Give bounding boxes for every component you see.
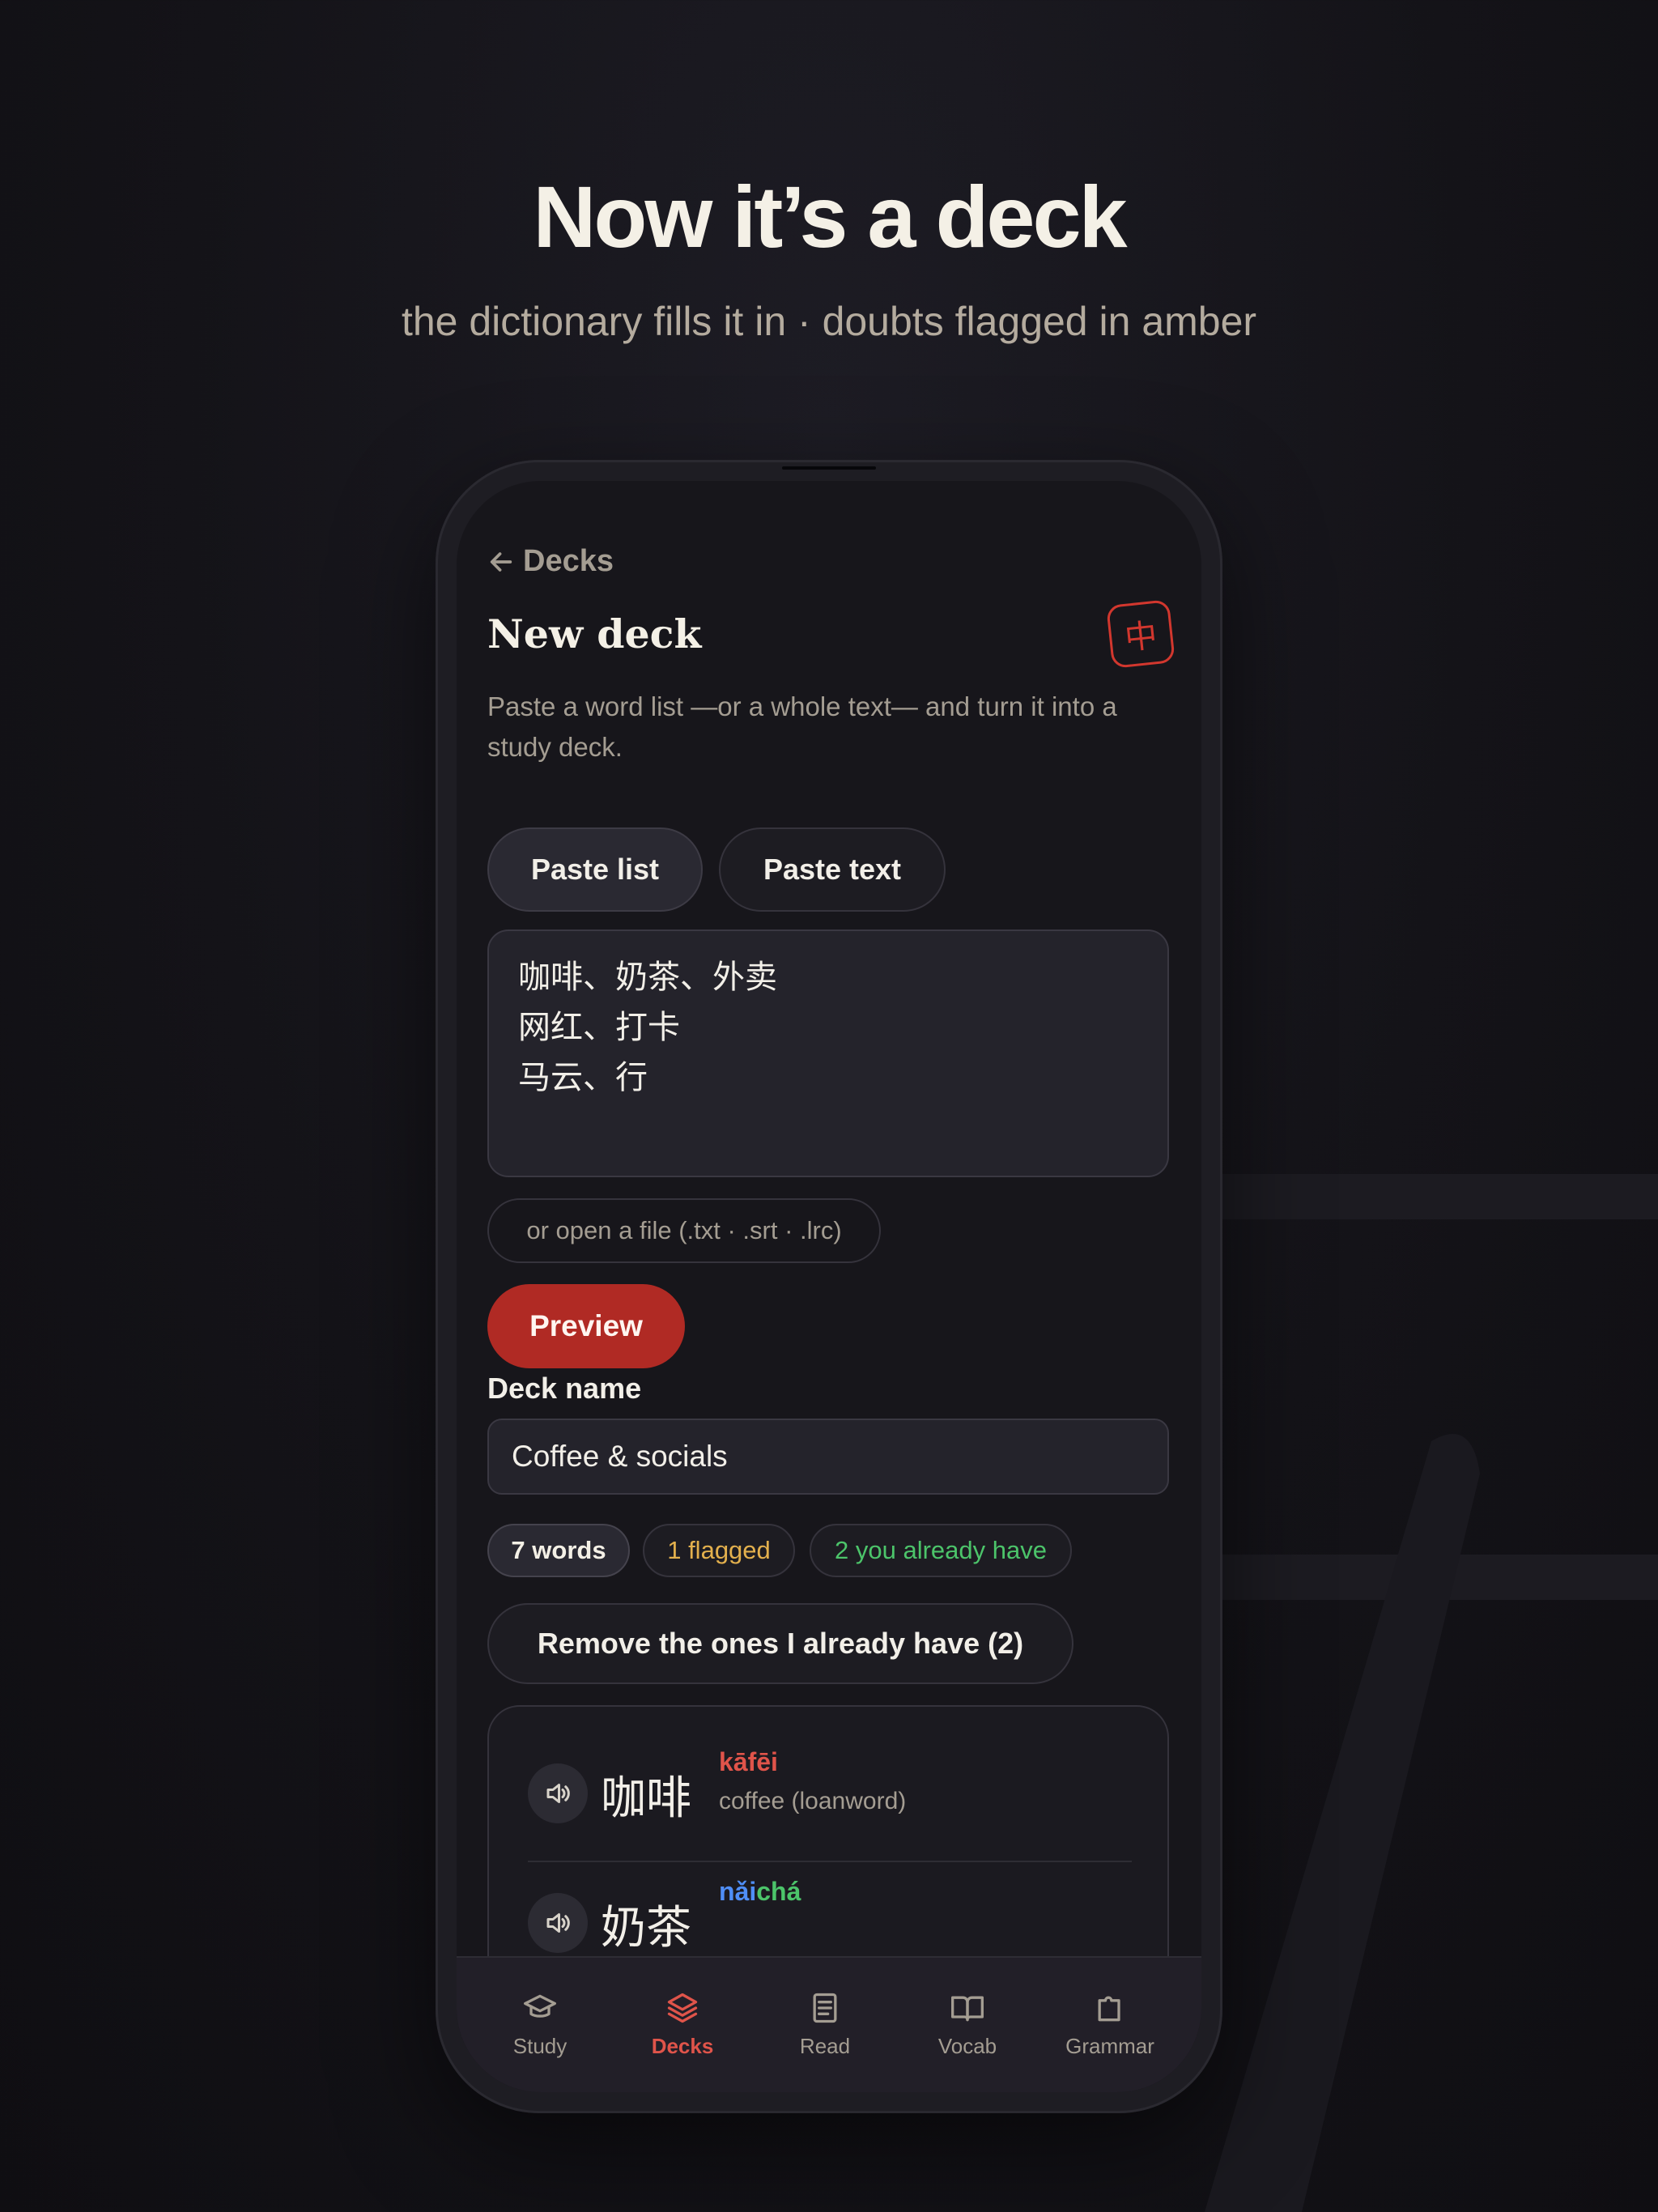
subheadline: the dictionary fills it in · doubts flag… (401, 299, 1257, 344)
speaker-icon[interactable] (528, 1893, 588, 1953)
speaker-icon[interactable] (528, 1763, 588, 1823)
arrow-left-icon (490, 551, 512, 572)
tab-vocab[interactable]: Vocab (896, 1990, 1039, 2059)
open-file-button[interactable]: or open a file (.txt · .srt · .lrc) (487, 1198, 881, 1263)
preview-button[interactable]: Preview (487, 1284, 685, 1368)
bottom-tab-bar: Study Decks Read Vocab Grammar (457, 1956, 1201, 2092)
puzzle-icon (1098, 1996, 1120, 2022)
tab-paste-list[interactable]: Paste list (487, 827, 703, 912)
back-label: Decks (523, 544, 614, 578)
headline: Now it’s a deck (533, 168, 1127, 266)
tab-decks[interactable]: Decks (611, 1990, 754, 2059)
layers-icon (667, 1993, 698, 2023)
intro-text: Paste a word list —or a whole text— and … (487, 691, 1117, 762)
word-hanzi: 咖啡 (601, 1772, 691, 1825)
word-gloss: coffee (loanword) (719, 1788, 907, 1814)
document-icon (813, 1993, 837, 2023)
deck-name-label: Deck name (487, 1372, 642, 1405)
tab-study[interactable]: Study (469, 1990, 611, 2059)
app-screen: Decks New deck 中 Paste a word list —or a… (457, 481, 1201, 2092)
open-book-icon (951, 1996, 984, 2022)
tab-grammar[interactable]: Grammar (1039, 1990, 1181, 2059)
list-item[interactable]: 咖啡 kāfēi coffee (loanword) (528, 1747, 1132, 1869)
word-pinyin: kāfēi (719, 1747, 778, 1776)
graduation-cap-icon (524, 1994, 556, 2018)
word-pinyin: nǎichá (719, 1877, 801, 1906)
remove-existing-button[interactable]: Remove the ones I already have (2) (487, 1603, 1073, 1684)
page-title: New deck (487, 610, 702, 657)
deck-name-input[interactable]: Coffee & socials (487, 1419, 1169, 1495)
word-list-input[interactable]: 咖啡、奶茶、外卖 网红、打卡 马云、行 (487, 929, 1169, 1177)
phone-frame: Decks New deck 中 Paste a word list —or a… (436, 460, 1222, 2113)
phone-speaker (782, 466, 876, 470)
tab-paste-text[interactable]: Paste text (719, 827, 946, 912)
word-count-badge: 7 words (487, 1524, 630, 1577)
word-hanzi: 奶茶 (601, 1902, 691, 1955)
already-have-badge[interactable]: 2 you already have (810, 1524, 1072, 1577)
back-button[interactable]: Decks (487, 544, 614, 579)
row-divider (528, 1861, 1132, 1862)
language-badge[interactable]: 中 (1106, 599, 1175, 669)
flagged-badge[interactable]: 1 flagged (643, 1524, 795, 1577)
tab-read[interactable]: Read (754, 1990, 896, 2059)
